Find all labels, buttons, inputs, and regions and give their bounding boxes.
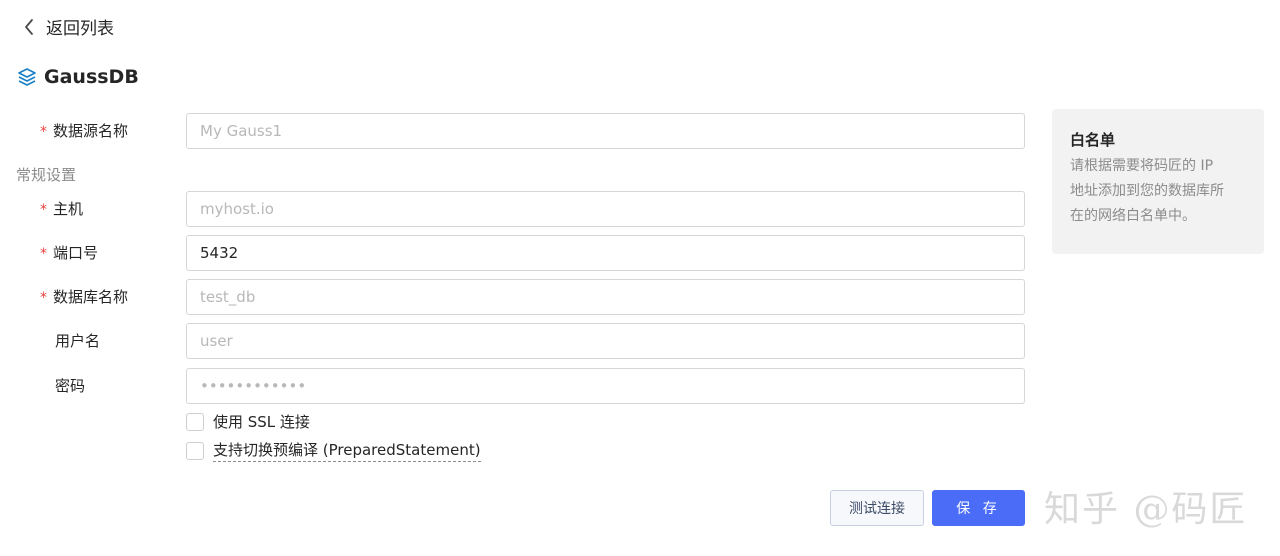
back-link-label: 返回列表 xyxy=(46,19,114,39)
form-row-username: 用户名 xyxy=(0,323,1030,359)
prepared-statement-checkbox[interactable]: 支持切换预编译 (PreparedStatement) xyxy=(186,439,481,462)
form-row-host: * 主机 xyxy=(0,191,1030,227)
datasource-header: GaussDB xyxy=(16,66,139,88)
whitelist-panel: 白名单 请根据需要将码匠的 IP 地址添加到您的数据库所 在的网络白名单中。 xyxy=(1052,109,1264,254)
database-layers-icon xyxy=(16,66,38,88)
datasource-name-input[interactable] xyxy=(186,113,1025,149)
whitelist-line: 在的网络白名单中。 xyxy=(1070,208,1196,224)
password-input[interactable] xyxy=(186,368,1025,404)
form-row-port: * 端口号 xyxy=(0,235,1030,271)
form-row-database: * 数据库名称 xyxy=(0,279,1030,315)
test-connection-button[interactable]: 测试连接 xyxy=(830,490,924,526)
port-input[interactable] xyxy=(186,235,1025,271)
password-field-label: 密码 xyxy=(55,377,86,395)
save-button[interactable]: 保 存 xyxy=(932,490,1025,526)
name-field-label: * 数据源名称 xyxy=(40,122,129,140)
prepared-statement-checkbox-label: 支持切换预编译 (PreparedStatement) xyxy=(213,439,481,462)
form-row-name: * 数据源名称 xyxy=(0,113,1030,149)
username-field-label: 用户名 xyxy=(55,332,101,350)
required-mark: * xyxy=(40,202,47,218)
form-row-password: 密码 xyxy=(0,368,1030,404)
back-to-list-link[interactable]: 返回列表 xyxy=(20,14,114,39)
ssl-checkbox[interactable]: 使用 SSL 连接 xyxy=(186,411,310,432)
host-input[interactable] xyxy=(186,191,1025,227)
watermark: 知乎 @码匠 xyxy=(1044,489,1248,530)
whitelist-line: 地址添加到您的数据库所 xyxy=(1070,183,1224,199)
port-field-label: * 端口号 xyxy=(40,244,99,262)
database-field-label: * 数据库名称 xyxy=(40,288,129,306)
username-input[interactable] xyxy=(186,323,1025,359)
required-mark: * xyxy=(40,124,47,140)
required-mark: * xyxy=(40,290,47,306)
datasource-title: GaussDB xyxy=(44,66,139,88)
ssl-checkbox-label: 使用 SSL 连接 xyxy=(213,413,310,431)
ssl-checkbox-box[interactable] xyxy=(186,412,204,431)
prepared-statement-checkbox-box[interactable] xyxy=(186,441,204,460)
whitelist-title: 白名单 xyxy=(1070,131,1116,149)
whitelist-line: 请根据需要将码匠的 IP xyxy=(1070,158,1214,174)
chevron-left-icon xyxy=(20,15,38,39)
required-mark: * xyxy=(40,246,47,262)
host-field-label: * 主机 xyxy=(40,200,84,218)
database-name-input[interactable] xyxy=(186,279,1025,315)
section-general-settings: 常规设置 xyxy=(16,166,77,184)
